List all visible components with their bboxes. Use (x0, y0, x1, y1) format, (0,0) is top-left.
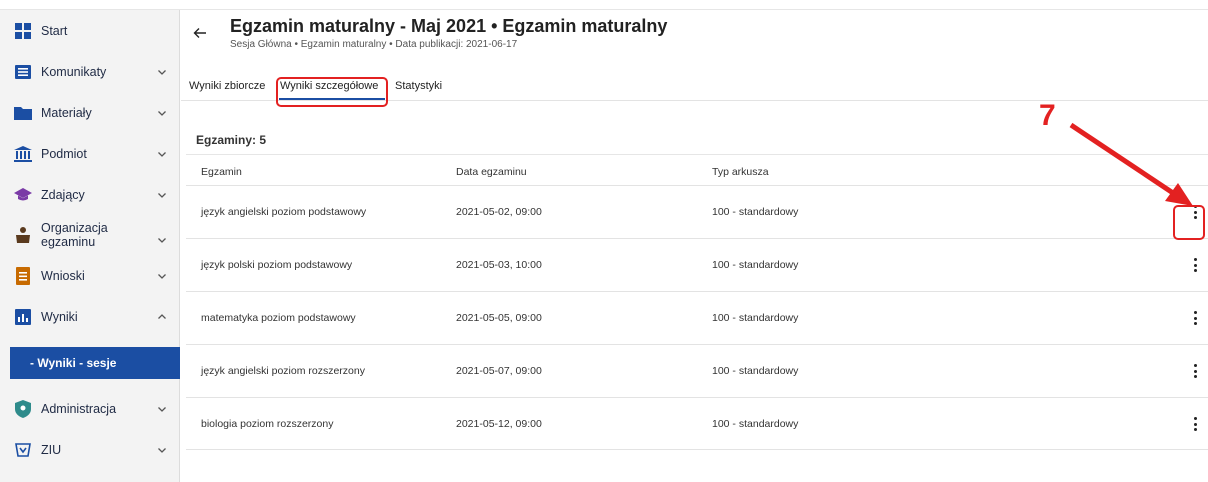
cell-exam: matematyka poziom podstawowy (201, 312, 356, 324)
sidebar-item-organizacja-egzaminu[interactable]: Organizacja egzaminu (0, 214, 180, 256)
chevron-down-icon[interactable] (157, 190, 167, 200)
sidebar-item-label: Start (41, 24, 68, 38)
column-header-data-egzaminu: Data egzaminu (456, 166, 527, 178)
column-header-typ-arkusza: Typ arkusza (712, 166, 769, 178)
chevron-down-icon[interactable] (157, 67, 167, 77)
cell-exam: język angielski poziom rozszerzony (201, 365, 365, 377)
page-subtitle: Sesja Główna • Egzamin maturalny • Data … (230, 39, 518, 50)
sidebar-subitem-wyniki-sesje[interactable]: - Wyniki - sesje (10, 347, 180, 379)
table-header: Egzamin Data egzaminu Typ arkusza (186, 155, 1208, 185)
table-row[interactable]: język polski poziom podstawowy 2021-05-0… (186, 238, 1208, 291)
annotation-arrow-icon (1069, 122, 1193, 206)
sidebar-item-wyniki[interactable]: Wyniki (0, 299, 180, 335)
cell-exam: język polski poziom podstawowy (201, 259, 353, 271)
cell-type: 100 - standardowy (712, 312, 799, 324)
folder-icon (14, 104, 32, 122)
chevron-down-icon[interactable] (157, 149, 167, 159)
cell-date: 2021-05-03, 10:00 (456, 259, 542, 271)
sidebar-item-start[interactable]: Start (0, 13, 180, 49)
cell-exam: język angielski poziom podstawowy (201, 206, 367, 218)
column-header-egzamin: Egzamin (201, 166, 242, 178)
chevron-down-icon[interactable] (157, 108, 167, 118)
sidebar-item-label: Administracja (41, 402, 117, 416)
table-row[interactable]: język angielski poziom rozszerzony 2021-… (186, 344, 1208, 397)
bar-chart-icon (14, 308, 32, 326)
cell-type: 100 - standardowy (712, 206, 799, 218)
more-vert-icon[interactable] (1189, 256, 1201, 274)
cell-type: 100 - standardowy (712, 259, 799, 271)
sidebar-item-label: Zdający (41, 188, 85, 202)
cell-exam: biologia poziom rozszerzony (201, 418, 334, 430)
sidebar-item-label: Komunikaty (41, 65, 107, 79)
exams-table: Egzamin Data egzaminu Typ arkusza język … (186, 154, 1208, 459)
sidebar-item-administracja[interactable]: Administracja (0, 391, 180, 427)
more-vert-icon[interactable] (1189, 362, 1201, 380)
cell-date: 2021-05-05, 09:00 (456, 312, 542, 324)
desk-icon (14, 226, 32, 244)
sidebar-item-label: Podmiot (41, 147, 87, 161)
message-icon (14, 63, 32, 81)
document-icon (14, 267, 32, 285)
more-vert-icon[interactable] (1189, 309, 1201, 327)
cell-type: 100 - standardowy (712, 365, 799, 377)
ziu-icon (14, 441, 32, 459)
sidebar-item-label: Wyniki (41, 310, 78, 324)
sidebar-item-label: ZIU (41, 443, 62, 457)
grid-icon (14, 22, 32, 40)
sidebar-item-label: Materiały (41, 106, 92, 120)
table-row[interactable]: biologia poziom rozszerzony 2021-05-12, … (186, 397, 1208, 450)
tab-highlight-box (276, 77, 388, 107)
shield-icon (14, 400, 32, 418)
sidebar-item-komunikaty[interactable]: Komunikaty (0, 54, 180, 90)
sidebar-item-zdajacy[interactable]: Zdający (0, 177, 180, 213)
back-arrow-icon[interactable] (193, 26, 207, 40)
chevron-up-icon[interactable] (157, 312, 167, 322)
chevron-down-icon[interactable] (157, 235, 167, 245)
tab-wyniki-zbiorcze[interactable]: Wyniki zbiorcze (189, 72, 265, 100)
table-row[interactable]: język angielski poziom podstawowy 2021-0… (186, 185, 1208, 238)
sidebar-item-ziu[interactable]: ZIU (0, 432, 180, 468)
sidebar-item-podmiot[interactable]: Podmiot (0, 136, 180, 172)
graduation-cap-icon (14, 186, 32, 204)
chevron-down-icon[interactable] (157, 445, 167, 455)
annotation-step-number: 7 (1039, 99, 1056, 132)
main-content: Egzamin maturalny - Maj 2021 • Egzamin m… (181, 10, 1208, 482)
more-vert-icon[interactable] (1189, 415, 1201, 433)
sidebar-item-label: Organizacja egzaminu (41, 221, 108, 249)
tab-statystyki[interactable]: Statystyki (395, 72, 442, 100)
cell-date: 2021-05-07, 09:00 (456, 365, 542, 377)
chevron-down-icon[interactable] (157, 404, 167, 414)
institution-icon (14, 145, 32, 163)
exam-count: Egzaminy: 5 (196, 133, 267, 147)
top-strip (0, 0, 1208, 10)
chevron-down-icon[interactable] (157, 271, 167, 281)
page-title: Egzamin maturalny - Maj 2021 • Egzamin m… (230, 16, 668, 36)
sidebar: Start Komunikaty Materiały Podmiot Zdają… (0, 10, 180, 482)
cell-date: 2021-05-12, 09:00 (456, 418, 542, 430)
table-row[interactable]: matematyka poziom podstawowy 2021-05-05,… (186, 291, 1208, 344)
sidebar-item-materialy[interactable]: Materiały (0, 95, 180, 131)
cell-type: 100 - standardowy (712, 418, 799, 430)
sidebar-item-wnioski[interactable]: Wnioski (0, 258, 180, 294)
sidebar-item-label: Wnioski (41, 269, 85, 283)
cell-date: 2021-05-02, 09:00 (456, 206, 542, 218)
